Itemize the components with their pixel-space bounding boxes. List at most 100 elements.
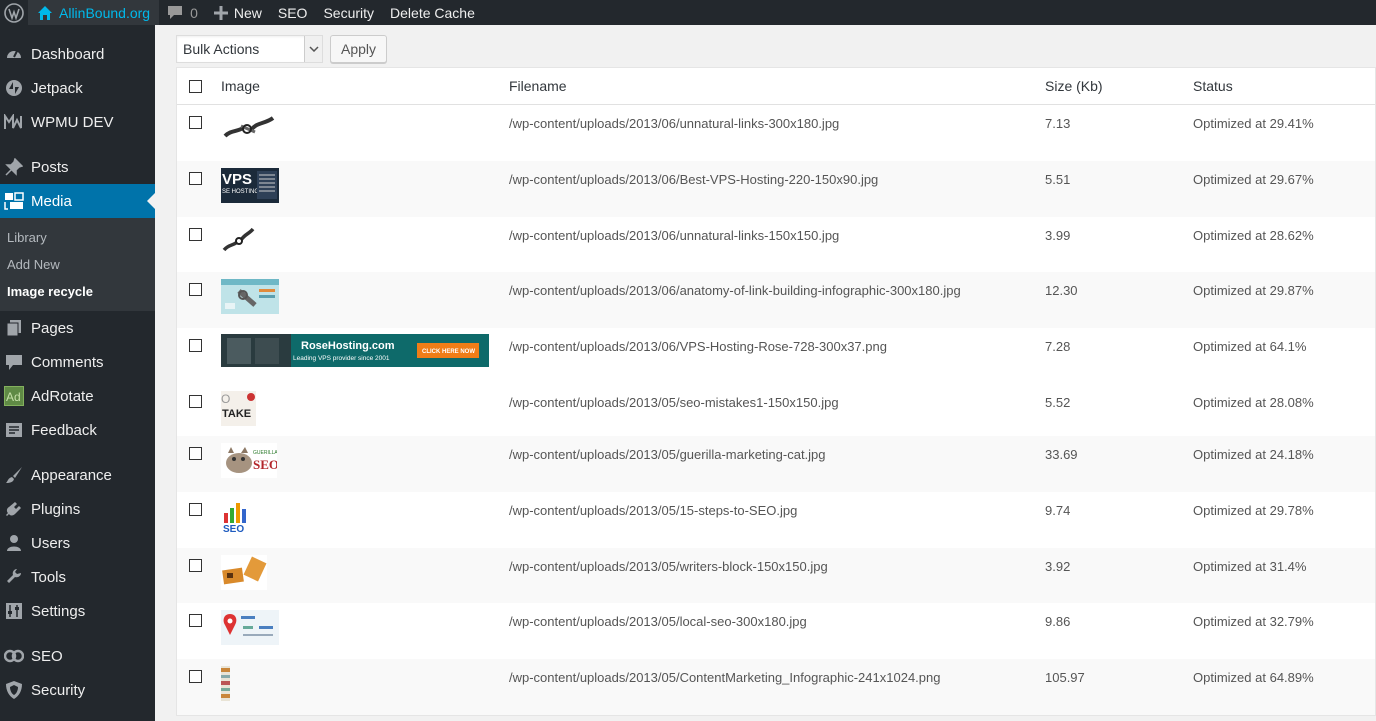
media-icon — [4, 191, 24, 211]
table-row: VPS SE HOSTING /wp-content/uploads/2013/0… — [177, 160, 1375, 217]
row-checkbox[interactable] — [189, 446, 202, 460]
svg-text:Ad: Ad — [6, 390, 21, 404]
select-all-checkbox[interactable] — [189, 79, 202, 93]
row-checkbox[interactable] — [189, 283, 202, 297]
menu-feedback[interactable]: Feedback — [0, 413, 155, 447]
menu-tools[interactable]: Tools — [0, 560, 155, 594]
submenu-add-new[interactable]: Add New — [0, 251, 155, 278]
seo-link[interactable]: SEO — [270, 0, 316, 25]
menu-security[interactable]: Security — [0, 673, 155, 707]
site-name-label: AllinBound.org — [59, 4, 151, 21]
row-size: 9.86 — [1045, 614, 1071, 630]
security-label: Security — [323, 4, 375, 21]
row-status: Optimized at 29.78% — [1193, 502, 1314, 518]
menu-jetpack[interactable]: Jetpack — [0, 71, 155, 105]
menu-plugins-label: Plugins — [31, 500, 81, 518]
table-row: /wp-content/uploads/2013/06/unnatural-li… — [177, 105, 1375, 161]
menu-settings[interactable]: Settings — [0, 594, 155, 628]
menu-pages-label: Pages — [31, 319, 74, 337]
delete-cache-label: Delete Cache — [390, 4, 475, 21]
menu-adrotate[interactable]: Ad AdRotate — [0, 379, 155, 413]
plugin-icon — [4, 499, 24, 519]
submenu-library[interactable]: Library — [0, 224, 155, 251]
image-list-table: Image Filename Size (Kb) Status /wp-cont… — [176, 67, 1376, 716]
menu-users[interactable]: Users — [0, 526, 155, 560]
thumbnail-content-marketing-infographic-image[interactable] — [221, 666, 230, 702]
column-header-filename: Filename — [509, 78, 567, 94]
row-status: Optimized at 28.08% — [1193, 394, 1314, 410]
thumbnail-writers-block-image[interactable] — [221, 554, 267, 590]
menu-comments-label: Comments — [31, 353, 104, 371]
wpmudev-icon — [4, 112, 24, 132]
row-filename: /wp-content/uploads/2013/06/Best-VPS-Hos… — [509, 171, 879, 187]
svg-text:O: O — [221, 392, 230, 406]
menu-appearance[interactable]: Appearance — [0, 458, 155, 492]
row-checkbox[interactable] — [189, 227, 202, 241]
apply-button[interactable]: Apply — [330, 35, 388, 63]
row-filename: /wp-content/uploads/2013/05/writers-bloc… — [509, 558, 828, 574]
menu-dashboard-label: Dashboard — [31, 45, 105, 63]
thumbnail-15-steps-seo-image[interactable]: SEO — [221, 498, 251, 534]
column-header-size: Size (Kb) — [1045, 78, 1103, 94]
row-checkbox[interactable] — [189, 670, 202, 684]
row-filename: /wp-content/uploads/2013/05/ContentMarke… — [509, 670, 941, 686]
row-checkbox[interactable] — [189, 558, 202, 572]
menu-settings-label: Settings — [31, 602, 86, 620]
security-link[interactable]: Security — [315, 0, 382, 25]
menu-dashboard[interactable]: Dashboard — [0, 37, 155, 71]
thumb-rose-sub: Leading VPS provider since 2001 — [293, 355, 390, 362]
thumb-cat-seo-text: SEO — [253, 457, 277, 472]
row-checkbox[interactable] — [189, 339, 202, 353]
new-content-link[interactable]: New — [206, 0, 270, 25]
row-filename: /wp-content/uploads/2013/06/anatomy-of-l… — [509, 283, 961, 299]
pin-icon — [4, 157, 24, 177]
shield-icon — [4, 680, 24, 700]
comments-link[interactable]: 0 — [159, 0, 206, 25]
menu-comments[interactable]: Comments — [0, 345, 155, 379]
row-size: 33.69 — [1045, 446, 1078, 462]
table-row: /wp-content/uploads/2013/06/anatomy-of-l… — [177, 272, 1375, 329]
thumbnail-seo-mistakes-image[interactable]: O TAKE — [221, 390, 256, 426]
row-status: Optimized at 24.18% — [1193, 446, 1314, 462]
row-filename: /wp-content/uploads/2013/06/VPS-Hosting-… — [509, 339, 887, 355]
table-row: /wp-content/uploads/2013/05/writers-bloc… — [177, 547, 1375, 604]
menu-pages[interactable]: Pages — [0, 311, 155, 345]
pages-icon — [4, 318, 24, 338]
column-header-status: Status — [1193, 78, 1233, 94]
bulk-actions-select[interactable]: Bulk Actions — [176, 35, 323, 63]
menu-seo[interactable]: SEO — [0, 639, 155, 673]
row-filename: /wp-content/uploads/2013/05/seo-mistakes… — [509, 394, 839, 410]
row-checkbox[interactable] — [189, 116, 202, 129]
thumbnail-rosehosting-banner-image[interactable]: RoseHosting.com Leading VPS provider sinc… — [221, 334, 489, 368]
menu-plugins[interactable]: Plugins — [0, 492, 155, 526]
row-checkbox[interactable] — [189, 502, 202, 516]
thumbnail-vps-image[interactable]: VPSSE HOSTING — [221, 167, 279, 203]
row-checkbox[interactable] — [189, 394, 202, 408]
menu-media[interactable]: Media — [0, 184, 155, 218]
thumbnail-local-seo-image[interactable] — [221, 610, 279, 646]
row-filename: /wp-content/uploads/2013/05/15-steps-to-… — [509, 502, 798, 518]
thumb-rose-title: RoseHosting.com — [301, 340, 395, 352]
row-checkbox[interactable] — [189, 614, 202, 628]
row-status: Optimized at 32.79% — [1193, 614, 1314, 630]
delete-cache-link[interactable]: Delete Cache — [382, 0, 483, 25]
site-name-link[interactable]: AllinBound.org — [28, 0, 160, 25]
menu-posts[interactable]: Posts — [0, 150, 155, 184]
thumbnail-chain-image[interactable] — [221, 112, 279, 147]
wordpress-logo-icon[interactable] — [0, 0, 28, 25]
submenu-image-recycle[interactable]: Image recycle — [0, 278, 155, 305]
menu-wpmudev[interactable]: WPMU DEV — [0, 105, 155, 139]
row-checkbox[interactable] — [189, 171, 202, 185]
menu-jetpack-label: Jetpack — [31, 79, 83, 97]
row-size: 105.97 — [1045, 670, 1085, 686]
menu-security-label: Security — [31, 681, 86, 699]
table-row: SEO /wp-content/uploads/2013/05/15-steps… — [177, 492, 1375, 548]
thumb-vps-text: VPS — [222, 171, 252, 188]
row-size: 3.99 — [1045, 227, 1071, 243]
thumbnail-chain-small-image[interactable] — [221, 223, 256, 259]
thumbnail-guerilla-cat-image[interactable]: GUERILLASEO — [221, 442, 277, 478]
thumbnail-anatomy-infographic-image[interactable] — [221, 279, 279, 315]
row-filename: /wp-content/uploads/2013/05/guerilla-mar… — [509, 446, 826, 462]
chevron-down-icon — [304, 36, 322, 62]
tablenav-top: Bulk Actions Apply — [176, 35, 388, 63]
